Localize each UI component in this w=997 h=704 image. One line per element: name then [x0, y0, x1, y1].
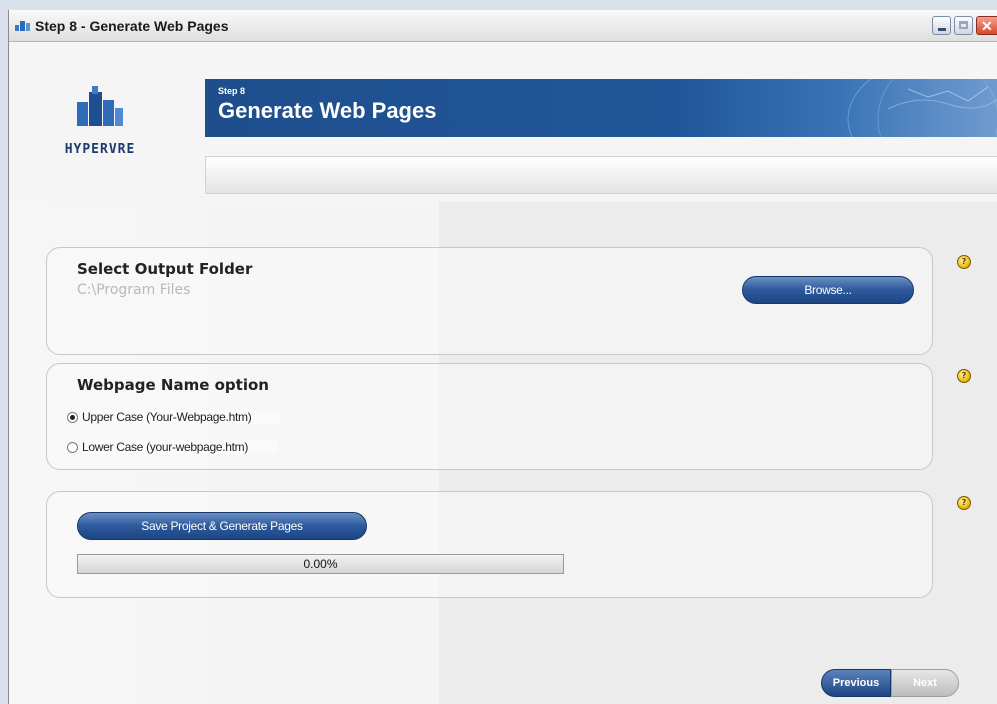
help-icon[interactable]: ?	[957, 369, 971, 383]
step-label: Step 8	[218, 86, 246, 96]
progress-text: 0.00%	[303, 557, 338, 571]
wizard-header: HYPERVRE Step 8 Generate Web Pages	[9, 42, 997, 203]
browse-button[interactable]: Browse...	[742, 276, 914, 304]
wizard-window: Step 8 - Generate Web Pages ✕ HYPERVRE S…	[8, 10, 997, 704]
logo: HYPERVRE	[45, 82, 155, 162]
lower-case-radio[interactable]	[67, 442, 78, 453]
webpage-name-title: Webpage Name option	[77, 376, 269, 394]
radio-selected-dot	[70, 415, 75, 420]
window-title: Step 8 - Generate Web Pages	[35, 18, 229, 34]
close-button[interactable]: ✕	[976, 16, 997, 35]
minimize-button[interactable]	[932, 16, 951, 35]
globe-map-icon	[847, 79, 997, 137]
title-bar: Step 8 - Generate Web Pages ✕	[9, 10, 997, 42]
minimize-icon	[938, 28, 946, 31]
page-title: Generate Web Pages	[218, 98, 437, 123]
output-folder-path: C:\Program Files	[77, 282, 191, 298]
previous-button[interactable]: Previous	[821, 669, 891, 697]
generate-panel: Save Project & Generate Pages 0.00%	[46, 491, 933, 598]
app-icon	[15, 21, 30, 31]
sub-header-bar	[205, 156, 997, 194]
webpage-name-panel: Webpage Name option Upper Case (Your-Web…	[46, 363, 933, 470]
wizard-navigation: Previous Next	[821, 669, 959, 697]
maximize-button[interactable]	[954, 16, 973, 35]
logo-text: HYPERVRE	[64, 142, 136, 157]
help-icon[interactable]: ?	[957, 496, 971, 510]
output-folder-panel: Select Output Folder C:\Program Files Br…	[46, 247, 933, 355]
step-banner: Step 8 Generate Web Pages	[205, 79, 997, 137]
maximize-icon	[959, 21, 968, 29]
progress-bar: 0.00%	[77, 554, 564, 574]
next-button[interactable]: Next	[891, 669, 959, 697]
save-generate-button[interactable]: Save Project & Generate Pages	[77, 512, 367, 540]
close-icon: ✕	[981, 18, 993, 34]
lower-case-label: Lower Case (your-webpage.htm)	[82, 440, 279, 454]
help-icon[interactable]: ?	[957, 255, 971, 269]
wizard-content: Select Output Folder C:\Program Files Br…	[9, 202, 997, 704]
logo-buildings-icon	[77, 86, 123, 126]
upper-case-label: Upper Case (Your-Webpage.htm)	[82, 410, 282, 424]
upper-case-radio[interactable]	[67, 412, 78, 423]
output-folder-title: Select Output Folder	[77, 260, 253, 278]
